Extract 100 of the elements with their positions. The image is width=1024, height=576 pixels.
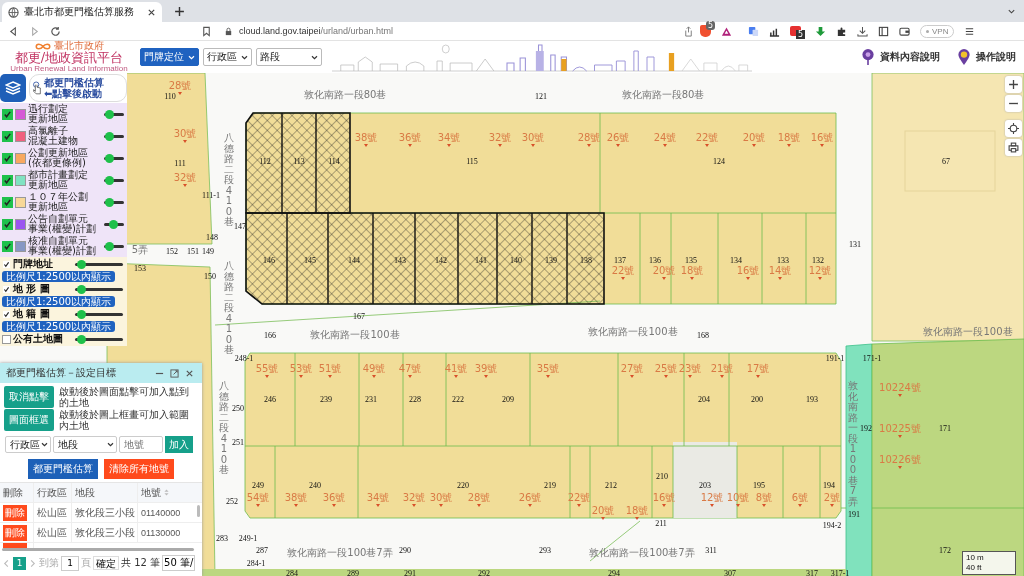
slider-thumb[interactable]	[105, 241, 115, 251]
table-cell-text: 01130000	[140, 526, 182, 540]
opacity-slider[interactable]	[75, 337, 123, 341]
close-icon[interactable]	[147, 7, 156, 17]
slider-thumb[interactable]	[104, 197, 114, 207]
estimate-button[interactable]: 都更門檻估算	[28, 459, 98, 479]
parcel-number: 284	[286, 569, 298, 576]
parcel-number: 137	[614, 256, 626, 265]
maximize-icon[interactable]	[170, 368, 179, 378]
slider-thumb[interactable]	[104, 109, 114, 119]
confirm-button[interactable]: 確定	[93, 556, 119, 570]
dropdown[interactable]: 門牌定位	[140, 48, 199, 66]
parcel-number: 150	[204, 272, 216, 281]
scrollbar-thumb[interactable]	[197, 505, 200, 517]
layer-checkbox[interactable]	[2, 240, 13, 252]
menu-icon[interactable]	[964, 25, 976, 37]
slider-thumb[interactable]	[76, 259, 86, 269]
house-number: 35號	[536, 363, 560, 374]
parcel-number: 317-1	[830, 569, 850, 576]
close-icon[interactable]	[185, 368, 194, 378]
layer-checkbox[interactable]	[2, 218, 13, 230]
download-icon[interactable]	[857, 25, 868, 37]
layer-label: 地 形 圖	[13, 282, 51, 296]
address-marker-icon	[265, 375, 269, 378]
address-marker-icon	[601, 517, 605, 520]
column-header[interactable]: 刪除	[3, 485, 23, 500]
parcel-number: 193	[806, 395, 818, 404]
total-count: 共 12 筆	[121, 556, 161, 570]
address-marker-icon	[439, 504, 443, 507]
opacity-slider[interactable]	[75, 262, 123, 266]
reload-icon[interactable]	[50, 25, 61, 37]
triangle-icon[interactable]	[721, 25, 732, 37]
column-header[interactable]: 地段	[75, 485, 95, 500]
house-number: 34號	[437, 132, 461, 143]
bookmark-icon[interactable]	[201, 25, 212, 37]
road-name: 八德路二段410巷	[224, 132, 234, 227]
table-cell: 松山區	[34, 523, 72, 542]
slider-thumb[interactable]	[104, 153, 114, 163]
opacity-slider[interactable]	[104, 244, 124, 248]
slider-thumb[interactable]	[76, 284, 86, 294]
pin-icon[interactable]	[956, 48, 972, 66]
house-number: 23號	[678, 363, 702, 374]
puzzle-icon[interactable]	[836, 25, 847, 37]
translate-icon[interactable]	[748, 25, 759, 37]
road-name: 敦化南路一段100巷	[588, 326, 678, 337]
opacity-slider[interactable]	[75, 287, 123, 291]
parcel-number: 294	[608, 569, 620, 576]
layer-checkbox[interactable]	[2, 196, 13, 208]
opacity-slider[interactable]	[104, 112, 124, 116]
estimate-start-button[interactable]: 都更門檻估算 ⬅點擊後啟動	[29, 74, 127, 102]
print-button[interactable]	[1005, 139, 1022, 156]
new-tab-icon[interactable]	[174, 5, 185, 17]
scrollbar-thumb[interactable]	[2, 548, 194, 551]
layer-checkbox[interactable]	[2, 174, 13, 186]
dropdown[interactable]: 路段	[256, 48, 322, 66]
page-field[interactable]: 1	[61, 555, 79, 571]
lot-number-field[interactable]: 地號	[119, 436, 163, 453]
zoom-out-button[interactable]	[1005, 95, 1022, 112]
tree-icon[interactable]	[860, 48, 876, 66]
page-size-dropdown[interactable]: 50 筆/	[162, 555, 196, 571]
parcel-number: 111	[174, 159, 186, 168]
road-name: 敦化南路一段100巷7弄	[287, 547, 393, 558]
share-icon[interactable]	[683, 25, 694, 37]
back-icon[interactable]	[8, 25, 19, 37]
dropdown[interactable]: 行政區	[203, 48, 252, 66]
slider-thumb[interactable]	[76, 309, 86, 319]
wallet-icon[interactable]	[899, 25, 910, 37]
slider-thumb[interactable]	[108, 219, 118, 229]
house-number: 18號	[680, 265, 704, 276]
road-name: 敦化南路一段100巷7弄	[589, 547, 695, 558]
slider-thumb[interactable]	[104, 175, 114, 185]
parcel-number: 153	[134, 264, 146, 273]
zoom-in-button[interactable]	[1005, 76, 1022, 93]
sidebar-icon[interactable]	[878, 25, 889, 37]
column-header[interactable]: 地號	[141, 485, 161, 500]
help-link[interactable]: 資料內容說明	[880, 50, 940, 64]
opacity-slider[interactable]	[104, 200, 124, 204]
layers-button[interactable]	[0, 74, 26, 102]
slider-thumb[interactable]	[76, 334, 86, 344]
opacity-slider[interactable]	[75, 312, 123, 316]
layer-checkbox[interactable]	[2, 334, 11, 344]
opacity-slider[interactable]	[104, 178, 124, 182]
district-dropdown[interactable]: 行政區	[5, 436, 51, 453]
layer-checkbox[interactable]	[2, 108, 13, 120]
address-marker-icon	[756, 375, 760, 378]
opacity-slider[interactable]	[104, 156, 124, 160]
layer-label: 門牌地址	[13, 257, 54, 271]
house-number: 22號	[695, 132, 719, 143]
layer-checkbox[interactable]	[2, 152, 13, 164]
locate-button[interactable]	[1005, 120, 1022, 137]
parcel-number: 167	[353, 312, 365, 321]
layer-checkbox[interactable]	[2, 130, 13, 142]
slider-thumb[interactable]	[104, 131, 114, 141]
section-dropdown[interactable]: 地段	[53, 436, 117, 453]
download-arrow-icon[interactable]	[815, 25, 826, 37]
help-link[interactable]: 操作說明	[976, 50, 1016, 64]
house-number: 38號	[284, 492, 308, 503]
opacity-slider[interactable]	[104, 134, 124, 138]
opacity-slider[interactable]	[104, 222, 124, 226]
column-header[interactable]: 行政區	[37, 485, 67, 500]
